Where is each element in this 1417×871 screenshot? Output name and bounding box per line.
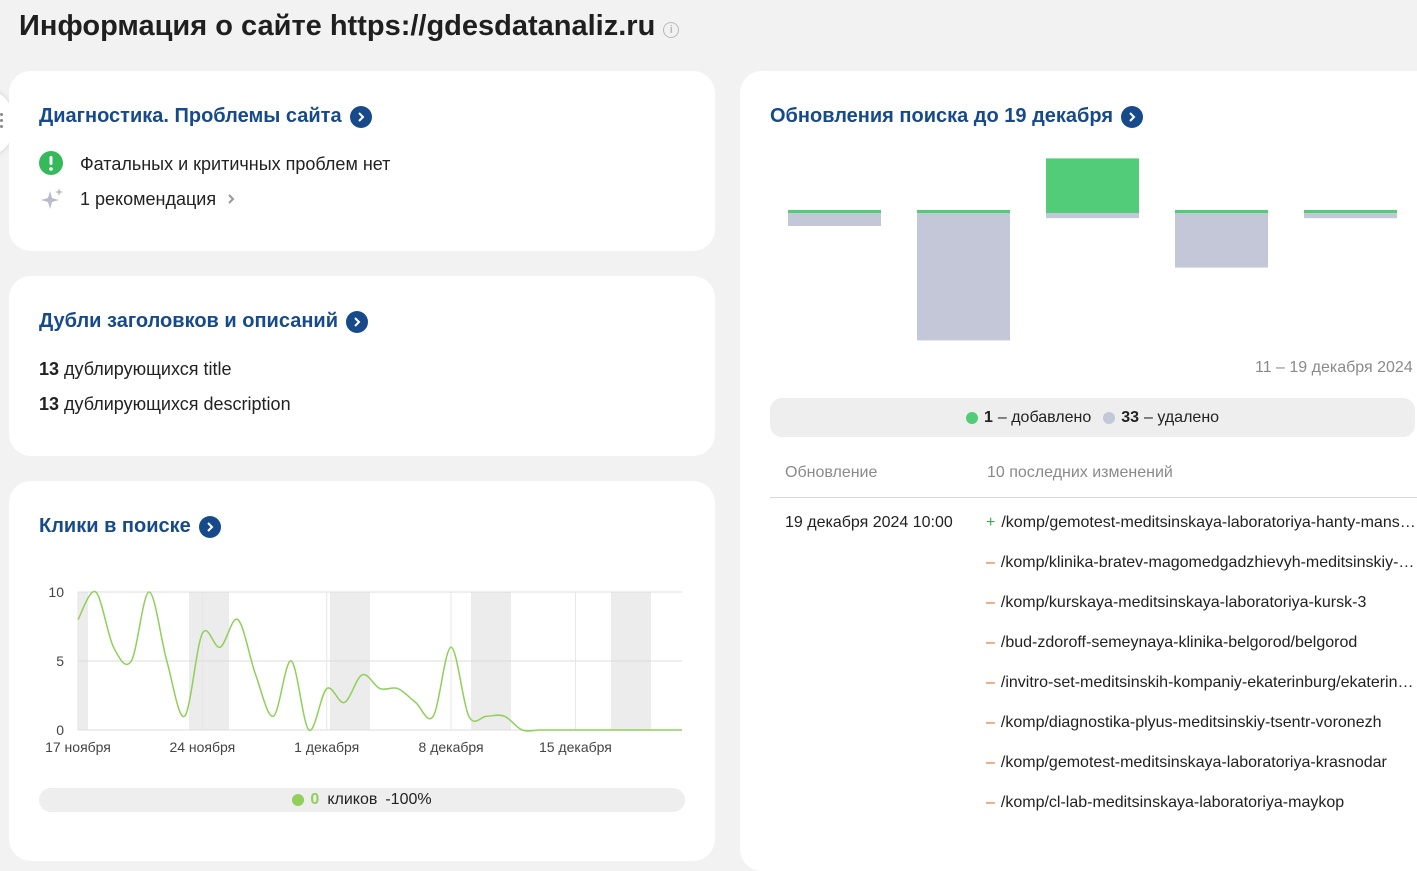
- duplicates-title-text[interactable]: Дубли заголовков и описаний: [39, 310, 338, 333]
- chevron-right-icon[interactable]: [225, 193, 237, 205]
- x-tick-label: 15 декабря: [539, 739, 612, 755]
- drag-handle-icon[interactable]: [0, 113, 4, 131]
- search-updates-legend: 1 – добавлено 33 – удалено: [770, 398, 1415, 437]
- removed-sign: –: [986, 754, 995, 771]
- clicks-legend: 0 кликов -100%: [39, 788, 685, 812]
- change-row[interactable]: –/bud-zdoroff-semeynaya-klinika-belgorod…: [986, 634, 1416, 652]
- clicks-legend-change: -100%: [385, 791, 432, 808]
- change-path[interactable]: /komp/gemotest-meditsinskaya-laboratoriy…: [1001, 754, 1387, 771]
- change-row[interactable]: –/komp/klinika-bratev-magomedgadzhievyh-…: [986, 554, 1416, 572]
- added-bar: [917, 210, 1010, 213]
- diagnostics-card: Диагностика. Проблемы сайта Фатальных и …: [9, 71, 715, 251]
- change-path[interactable]: /invitro-set-meditsinskih-kompaniy-ekate…: [1001, 674, 1416, 691]
- added-dot: [965, 411, 978, 424]
- clicks-title-text[interactable]: Клики в поиске: [39, 515, 191, 538]
- removed-dot: [1103, 411, 1116, 424]
- update-date: 19 декабря 2024 10:00: [785, 514, 953, 531]
- search-updates-title[interactable]: Обновления поиска до 19 декабря: [770, 105, 1144, 128]
- change-path[interactable]: /komp/klinika-bratev-magomedgadzhievyh-m…: [1001, 554, 1416, 571]
- x-tick-label: 24 ноября: [169, 739, 235, 755]
- recommendations-text[interactable]: 1 рекомендация: [80, 189, 216, 209]
- change-row[interactable]: –/invitro-set-meditsinskih-kompaniy-ekat…: [986, 674, 1416, 692]
- added-bar: [1046, 158, 1139, 213]
- x-tick-label: 8 декабря: [419, 739, 484, 755]
- clicks-chart[interactable]: 0 5 10 17 ноября 24 ноября 1 декабря 8 декабря…: [0, 575, 715, 770]
- col-changes-header: 10 последних изменений: [987, 464, 1173, 481]
- removed-sign: –: [986, 594, 995, 611]
- search-updates-chart[interactable]: [740, 150, 1417, 350]
- removed-bar: [917, 213, 1010, 341]
- change-path[interactable]: /komp/cl-lab-meditsinskaya-laboratoriya-…: [1001, 794, 1344, 811]
- removed-sign: –: [986, 714, 995, 731]
- recommendations-link[interactable]: 1 рекомендация: [80, 189, 237, 210]
- clicks-legend-label: кликов: [327, 791, 378, 808]
- removed-sign: –: [986, 634, 995, 651]
- added-label: – добавлено: [997, 408, 1092, 426]
- removed-sign: –: [986, 674, 995, 691]
- duplicate-descriptions-row: 13 дублирующихся description: [39, 394, 291, 415]
- change-row[interactable]: –/komp/kurskaya-meditsinskaya-laboratori…: [986, 594, 1416, 612]
- clicks-legend-value: 0: [310, 791, 320, 808]
- duplicates-card: Дубли заголовков и описаний 13 дублирующ…: [9, 276, 715, 456]
- info-icon[interactable]: i: [663, 21, 680, 38]
- removed-label: – удалено: [1144, 408, 1220, 426]
- sparkle-icon: [41, 188, 63, 209]
- removed-bar: [1046, 213, 1139, 219]
- chevron-right-icon[interactable]: [1121, 105, 1144, 128]
- clicks-legend-dot: [292, 794, 305, 806]
- change-row[interactable]: + /komp/gemotest-meditsinskaya-laboratori…: [986, 514, 1416, 532]
- added-sign: +: [986, 514, 996, 531]
- page-title: Информация о сайте https://gdesdatanaliz…: [19, 10, 680, 43]
- removed-bar: [1175, 213, 1268, 268]
- change-path[interactable]: /komp/diagnostika-plyus-meditsinskiy-tse…: [1001, 714, 1382, 731]
- change-path[interactable]: /bud-zdoroff-semeynaya-klinika-belgorod/…: [1001, 634, 1357, 651]
- removed-bar: [1304, 213, 1397, 219]
- col-update-header: Обновление: [785, 464, 878, 481]
- chevron-right-icon[interactable]: [198, 515, 221, 538]
- change-path[interactable]: /komp/gemotest-meditsinskaya-laboratoriy…: [1001, 514, 1416, 531]
- removed-bar: [788, 213, 881, 226]
- chevron-right-icon[interactable]: [345, 310, 368, 333]
- diagnostics-status: Фатальных и критичных проблем нет: [80, 154, 391, 174]
- duplicate-descriptions-count: 13: [39, 394, 60, 414]
- duplicate-titles-count: 13: [39, 359, 60, 379]
- search-updates-period: 11 – 19 декабря 2024: [1255, 359, 1413, 376]
- exclamation-icon: [39, 151, 63, 175]
- chevron-right-icon[interactable]: [349, 105, 372, 128]
- added-bar: [1304, 210, 1397, 213]
- change-path[interactable]: /komp/kurskaya-meditsinskaya-laboratoriy…: [1001, 594, 1366, 611]
- added-bar: [1175, 210, 1268, 213]
- table-divider: [770, 497, 1417, 498]
- duplicates-title[interactable]: Дубли заголовков и описаний: [39, 310, 368, 333]
- clicks-title[interactable]: Клики в поиске: [39, 515, 221, 538]
- change-row[interactable]: –/komp/diagnostika-plyus-meditsinskiy-ts…: [986, 714, 1416, 732]
- y-tick-label: 5: [56, 653, 64, 669]
- added-count: 1: [983, 408, 993, 426]
- x-tick-label: 1 декабря: [294, 739, 359, 755]
- duplicate-descriptions-label: дублирующихся description: [64, 394, 291, 414]
- duplicate-titles-label: дублирующихся title: [64, 359, 232, 379]
- page-title-text: Информация о сайте https://gdesdatanaliz…: [19, 10, 656, 42]
- diagnostics-title[interactable]: Диагностика. Проблемы сайта: [39, 105, 372, 128]
- removed-sign: –: [986, 554, 995, 571]
- x-tick-label: 17 ноября: [45, 739, 111, 755]
- added-bar: [788, 210, 881, 213]
- removed-sign: –: [986, 794, 995, 811]
- change-row[interactable]: –/komp/gemotest-meditsinskaya-laboratori…: [986, 754, 1416, 772]
- change-row[interactable]: –/komp/cl-lab-meditsinskaya-laboratoriya…: [986, 794, 1416, 812]
- y-tick-label: 0: [56, 722, 64, 738]
- removed-count: 33: [1121, 408, 1140, 426]
- search-updates-title-text[interactable]: Обновления поиска до 19 декабря: [770, 105, 1113, 128]
- duplicate-titles-row: 13 дублирующихся title: [39, 359, 232, 380]
- y-tick-label: 10: [48, 584, 64, 600]
- diagnostics-title-text[interactable]: Диагностика. Проблемы сайта: [39, 105, 342, 128]
